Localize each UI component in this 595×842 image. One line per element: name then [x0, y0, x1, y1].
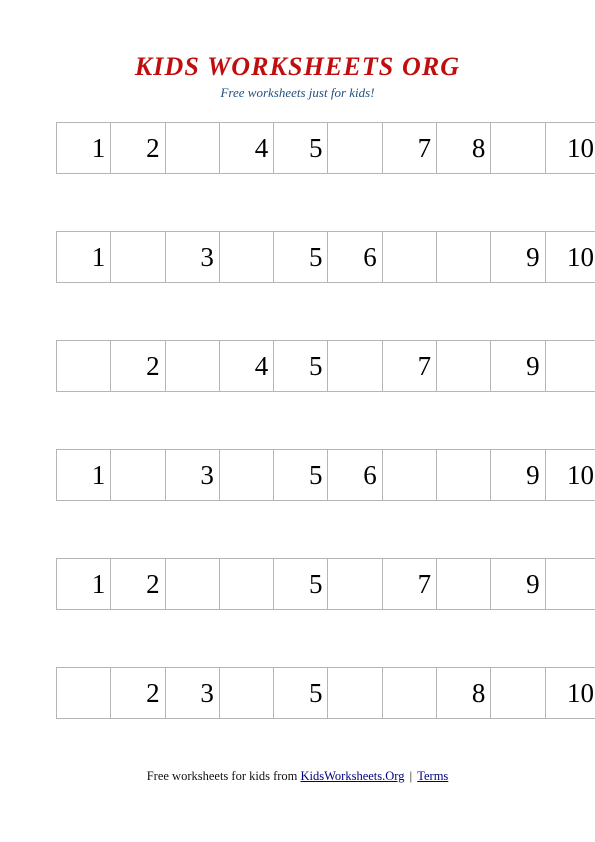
- sequence-row-6: 2 3 5 8 10: [55, 667, 595, 719]
- sequence-cell-blank[interactable]: [436, 449, 492, 501]
- page-footer: Free worksheets for kids from KidsWorksh…: [0, 768, 595, 784]
- worksheet-page: KIDS WORKSHEETS ORG Free worksheets just…: [0, 0, 595, 842]
- sequence-row-5: 1 2 5 7 9: [55, 558, 595, 610]
- number-sequence-rows: 1 2 4 5 7 8 10 1 3 5 6 9 10 2 4 5 7 9 1 …: [55, 122, 595, 719]
- sequence-row-2: 1 3 5 6 9 10: [55, 231, 595, 283]
- sequence-cell-blank[interactable]: [544, 558, 595, 610]
- sequence-cell-blank[interactable]: [218, 449, 275, 501]
- sequence-cell-blank[interactable]: [381, 231, 438, 283]
- sequence-cell-blank[interactable]: [327, 558, 383, 610]
- sequence-cell[interactable]: 8: [436, 122, 492, 174]
- sequence-cell-blank[interactable]: [164, 558, 220, 610]
- sequence-cell[interactable]: 5: [273, 340, 329, 392]
- sequence-cell[interactable]: 7: [381, 558, 438, 610]
- sequence-cell[interactable]: 8: [436, 667, 492, 719]
- sequence-cell-blank[interactable]: [544, 340, 595, 392]
- sequence-cell-blank[interactable]: [218, 667, 275, 719]
- page-title: KIDS WORKSHEETS ORG: [134, 52, 461, 81]
- terms-link[interactable]: Terms: [417, 769, 448, 783]
- sequence-cell[interactable]: 10: [544, 231, 595, 283]
- sequence-cell[interactable]: 5: [273, 231, 329, 283]
- sequence-cell-blank[interactable]: [381, 449, 438, 501]
- sequence-cell[interactable]: 3: [164, 667, 220, 719]
- sequence-cell[interactable]: 1: [55, 122, 112, 174]
- sequence-cell[interactable]: 3: [164, 231, 220, 283]
- sequence-cell-blank[interactable]: [110, 231, 166, 283]
- sequence-cell-blank[interactable]: [218, 558, 275, 610]
- sequence-cell-blank[interactable]: [327, 340, 383, 392]
- sequence-cell[interactable]: 5: [273, 122, 329, 174]
- sequence-cell-blank[interactable]: [490, 122, 546, 174]
- sequence-cell[interactable]: 1: [55, 449, 112, 501]
- sequence-cell[interactable]: 7: [381, 122, 438, 174]
- sequence-row-3: 2 4 5 7 9: [55, 340, 595, 392]
- sequence-cell[interactable]: 9: [490, 231, 546, 283]
- sequence-row-4: 1 3 5 6 9 10: [55, 449, 595, 501]
- sequence-cell-blank[interactable]: [490, 667, 546, 719]
- sequence-cell-blank[interactable]: [55, 340, 112, 392]
- sequence-cell[interactable]: 5: [273, 449, 329, 501]
- footer-text: Free worksheets for kids from: [146, 769, 301, 783]
- page-subtitle: Free worksheets just for kids!: [220, 85, 375, 100]
- sequence-cell[interactable]: 2: [110, 340, 166, 392]
- sequence-cell-blank[interactable]: [436, 340, 492, 392]
- sequence-cell[interactable]: 5: [273, 558, 329, 610]
- sequence-cell-blank[interactable]: [436, 231, 492, 283]
- sequence-cell[interactable]: 9: [490, 340, 546, 392]
- sequence-cell[interactable]: 2: [110, 122, 166, 174]
- sequence-cell[interactable]: 9: [490, 449, 546, 501]
- sequence-cell[interactable]: 1: [55, 231, 112, 283]
- kidsworksheets-link[interactable]: KidsWorksheets.Org: [301, 769, 405, 783]
- sequence-row-1: 1 2 4 5 7 8 10: [55, 122, 595, 174]
- sequence-cell-blank[interactable]: [327, 667, 383, 719]
- sequence-cell[interactable]: 6: [327, 231, 383, 283]
- sequence-cell-blank[interactable]: [164, 340, 220, 392]
- sequence-cell[interactable]: 4: [218, 122, 275, 174]
- sequence-cell-blank[interactable]: [218, 231, 275, 283]
- sequence-cell[interactable]: 1: [55, 558, 112, 610]
- sequence-cell[interactable]: 2: [110, 558, 166, 610]
- sequence-cell[interactable]: 10: [544, 667, 595, 719]
- sequence-cell[interactable]: 9: [490, 558, 546, 610]
- footer-separator: |: [406, 769, 416, 783]
- sequence-cell-blank[interactable]: [327, 122, 383, 174]
- sequence-cell-blank[interactable]: [381, 667, 438, 719]
- sequence-cell[interactable]: 2: [110, 667, 166, 719]
- sequence-cell[interactable]: 4: [218, 340, 275, 392]
- sequence-cell[interactable]: 10: [544, 449, 595, 501]
- sequence-cell-blank[interactable]: [436, 558, 492, 610]
- sequence-cell[interactable]: 5: [273, 667, 329, 719]
- sequence-cell-blank[interactable]: [110, 449, 166, 501]
- sequence-cell[interactable]: 6: [327, 449, 383, 501]
- sequence-cell[interactable]: 3: [164, 449, 220, 501]
- sequence-cell[interactable]: 10: [544, 122, 595, 174]
- sequence-cell[interactable]: 7: [381, 340, 438, 392]
- page-header: KIDS WORKSHEETS ORG Free worksheets just…: [0, 52, 595, 101]
- sequence-cell-blank[interactable]: [164, 122, 220, 174]
- sequence-cell-blank[interactable]: [55, 667, 112, 719]
